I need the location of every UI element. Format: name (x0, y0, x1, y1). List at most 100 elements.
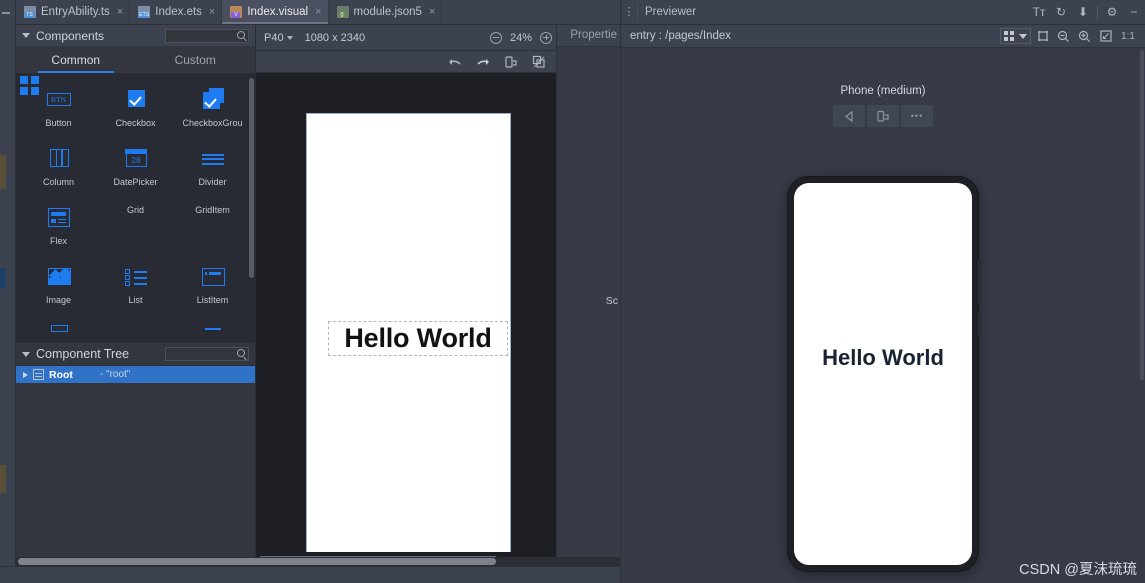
collapse-caret-icon[interactable] (22, 33, 30, 38)
device-rotate-icon[interactable] (504, 55, 518, 69)
column-icon (45, 146, 73, 172)
components-panel-title: Components (36, 28, 105, 43)
selected-text-component[interactable]: Hello World (328, 321, 508, 356)
palette-item-checkboxgroup[interactable]: CheckboxGrou (174, 84, 251, 131)
preview-phone-screen[interactable]: Hello World (794, 183, 972, 565)
textinput-icon (45, 323, 73, 342)
layers-icon[interactable] (532, 55, 546, 69)
editor-horizontal-scrollbar[interactable] (16, 557, 620, 566)
actual-size-label[interactable]: 1:1 (1117, 26, 1139, 46)
divider-icon (199, 146, 227, 172)
visual-file-icon: V (230, 6, 243, 18)
component-palette: BTN Button Checkbox CheckboxGrou Column … (16, 74, 255, 342)
chevron-down-icon (286, 35, 293, 40)
tab-custom[interactable]: Custom (136, 47, 256, 73)
close-icon[interactable]: × (209, 6, 215, 18)
tab-index-ets[interactable]: ETS Index.ets × (130, 0, 223, 24)
tab-entryability-ts[interactable]: TS EntryAbility.ts × (16, 0, 131, 24)
device-selector[interactable]: P40 (264, 32, 293, 44)
left-edge-strip (0, 0, 16, 583)
zoom-out-icon[interactable] (489, 31, 502, 44)
components-panel: Components Common Custom BTN Button Chec… (16, 25, 256, 566)
redo-icon[interactable] (476, 55, 490, 69)
rotate-device-icon[interactable] (867, 105, 899, 127)
previewer-vertical-scrollbar[interactable] (1140, 50, 1144, 380)
undo-icon[interactable] (448, 55, 462, 69)
previewer-panel: entry : /pages/Index 1:1 Phone (medium) … (620, 25, 1145, 583)
close-icon[interactable]: × (429, 6, 435, 18)
chevron-down-icon (1019, 33, 1027, 39)
palette-item-image[interactable]: Image (20, 261, 97, 308)
tab-label: Index.ets (155, 6, 202, 18)
select-frame-icon[interactable] (1033, 26, 1052, 46)
palette-item-flex[interactable]: Flex (20, 202, 97, 249)
refresh-icon[interactable]: ↻ (1050, 0, 1072, 25)
view-mode-dropdown[interactable] (1000, 28, 1031, 44)
palette-item-griditem[interactable]: GridItem (20, 76, 251, 249)
previewer-title-bar: ⋮ Previewer Tᴛ ↻ ⬇ ⚙ − (620, 0, 1145, 25)
components-search-input[interactable] (165, 28, 249, 43)
palette-item-label: Column (42, 177, 74, 187)
palette-item-checkbox[interactable]: Checkbox (97, 84, 174, 131)
zoom-out-icon[interactable] (1054, 26, 1073, 46)
palette-item-label: DatePicker (113, 177, 158, 187)
tab-label: Custom (174, 53, 216, 67)
palette-item-list[interactable]: List (97, 261, 174, 308)
palette-item-partial-row[interactable] (97, 320, 174, 342)
close-icon[interactable]: × (315, 6, 321, 18)
search-icon (237, 349, 245, 357)
tree-row-root[interactable]: Root - "root" (16, 366, 255, 383)
edge-selection-mark (0, 268, 6, 288)
tree-node-value: - "root" (99, 369, 131, 380)
properties-panel-title: Propertie (570, 29, 617, 41)
palette-item-label: CheckboxGrou (182, 118, 243, 128)
palette-item-label: ListItem (196, 295, 229, 305)
text-size-icon[interactable]: Tᴛ (1028, 0, 1050, 25)
palette-item-partial-row[interactable] (20, 320, 97, 342)
tab-label: EntryAbility.ts (41, 6, 110, 18)
editor-tab-bar: TS EntryAbility.ts × ETS Index.ets × V I… (16, 0, 620, 25)
fit-screen-icon[interactable] (1096, 26, 1115, 46)
tab-module-json5[interactable]: {} module.json5 × (328, 0, 443, 24)
preview-phone-device[interactable]: Hello World (788, 177, 981, 571)
edge-change-mark (0, 155, 6, 189)
tab-index-visual[interactable]: V Index.visual × (222, 0, 329, 24)
properties-panel: Propertie Sc (556, 25, 620, 566)
back-button-icon[interactable] (833, 105, 865, 127)
expand-caret-icon[interactable] (23, 371, 28, 378)
download-icon[interactable]: ⬇ (1072, 0, 1094, 25)
component-tree-body: Root - "root" (16, 366, 255, 566)
zoom-in-icon[interactable] (1075, 26, 1094, 46)
tab-label: Common (51, 53, 101, 67)
tab-common[interactable]: Common (16, 47, 136, 73)
component-tree-search-input[interactable] (165, 347, 249, 361)
palette-item-grid[interactable]: Grid (20, 76, 174, 249)
griditem-icon (20, 76, 41, 97)
palette-item-column[interactable]: Column (20, 143, 97, 190)
zoom-in-icon[interactable] (540, 31, 552, 44)
partial-icon (199, 323, 227, 342)
palette-scrollbar[interactable] (249, 78, 254, 278)
collapse-caret-icon[interactable] (22, 351, 30, 357)
checkbox-group-icon (199, 87, 227, 113)
palette-item-divider[interactable]: Divider (174, 143, 251, 190)
settings-gear-icon[interactable]: ⚙ (1101, 0, 1123, 25)
zoom-controls: 24% (489, 31, 552, 44)
previewer-title: Previewer (637, 4, 696, 20)
close-icon[interactable]: × (117, 6, 123, 18)
flex-icon (45, 205, 73, 231)
minimize-icon[interactable]: − (1123, 0, 1145, 25)
checkbox-icon (122, 87, 150, 113)
more-options-icon[interactable]: ••• (901, 105, 933, 127)
tree-node-name: Root (49, 368, 73, 381)
palette-item-partial-row[interactable] (174, 320, 251, 342)
properties-truncated-label: Sc (605, 295, 618, 307)
edge-tick (2, 12, 10, 14)
artboard-device-frame[interactable]: Hello World (306, 113, 511, 552)
palette-item-listitem[interactable]: ListItem (174, 261, 251, 308)
palette-item-datepicker[interactable]: 28 DatePicker (97, 143, 174, 190)
palette-item-label: Grid (126, 205, 144, 215)
json-file-icon: {} (336, 6, 349, 18)
tool-window-menu-icon[interactable]: ⋮ (621, 7, 637, 18)
zoom-level: 24% (509, 31, 532, 44)
